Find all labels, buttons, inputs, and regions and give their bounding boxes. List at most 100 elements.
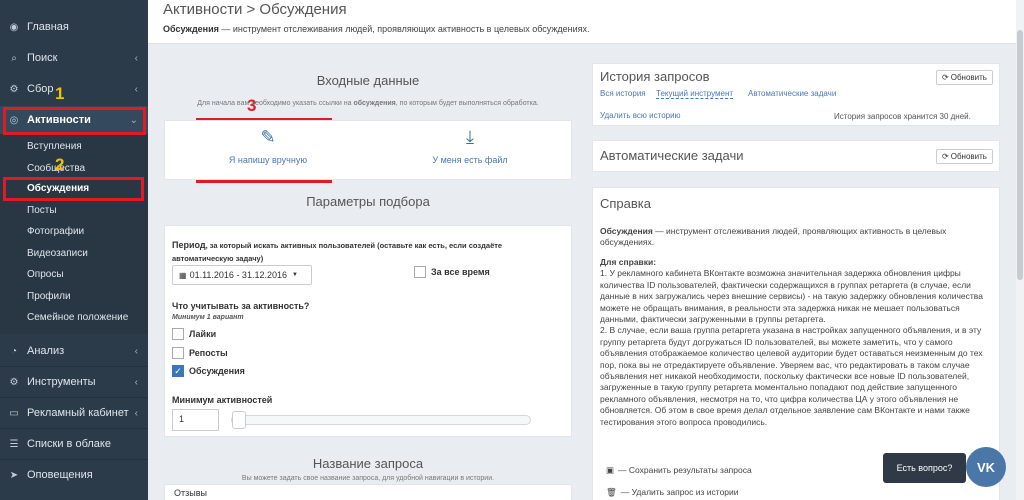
trash-icon: 🗑 [606,487,617,497]
sidebar-item-tools[interactable]: ⚙ Инструменты ‹ [0,368,148,396]
monitor-icon: ▭ [9,407,19,419]
refresh-label: Обновить [950,152,987,161]
help-delete-row: 🗑 — Удалить запрос из истории [606,487,739,498]
date-range-value: 01.11.2016 - 31.12.2016 [189,270,287,280]
list-icon: ☰ [9,438,19,450]
min-activity-slider[interactable] [231,415,531,425]
history-panel: История запросов ⟳ Обновить Вся история Т… [592,63,1000,126]
params-section-title: Параметры подбора [306,194,430,209]
help-notes: Для справки: 1. У рекламного кабинета ВК… [600,257,992,428]
auto-tasks-title: Автоматические задачи [600,148,744,163]
floppy-icon: ▣ [606,465,615,475]
help-save-row: ▣ — Сохранить результаты запроса [606,465,752,476]
scrollbar-thumb[interactable] [1017,30,1023,280]
sidebar-item-home[interactable]: ◉ Главная [0,13,148,41]
all-time-checkbox[interactable] [414,266,426,278]
reposts-label: Репосты [189,348,228,358]
vk-question-tooltip[interactable]: Есть вопрос? [883,453,966,483]
tab-all-history[interactable]: Вся история [600,89,646,98]
slider-handle[interactable] [232,411,246,429]
input-options-panel: ✎ Я напишу вручную ⤓ У меня есть файл [164,120,572,180]
sidebar-subitem-posts[interactable]: Посты [0,200,148,220]
tab-current-tool[interactable]: Текущий инструмент [656,89,734,99]
sidebar-item-cloud-lists[interactable]: ☰ Списки в облаке [0,430,148,458]
gear-icon: ⚙ [9,83,19,95]
sidebar-item-ad-cabinet[interactable]: ▭ Рекламный кабинет ‹ [0,399,148,427]
sidebar-subitem-polls[interactable]: Опросы [0,264,148,284]
page-scrollbar[interactable] [1016,0,1024,500]
file-input-option[interactable]: ⤓ У меня есть файл [405,127,535,165]
sidebar-subitem-joins[interactable]: Вступления [0,136,148,156]
tab-auto-tasks[interactable]: Автоматические задачи [748,89,836,98]
sidebar-item-collect[interactable]: ⚙ Сбор ‹ [0,75,148,103]
sidebar-subitem-family[interactable]: Семейное положение [0,307,148,327]
sidebar-subitem-profiles[interactable]: Профили [0,286,148,306]
file-input-label: У меня есть файл [432,155,508,165]
help-delete-text: — Удалить запрос из истории [620,487,739,497]
divider [0,428,148,429]
refresh-icon: ⟳ [942,152,949,161]
min-activity-label: Минимум активностей [172,395,273,405]
chevron-left-icon: ‹ [134,407,138,419]
period-label: Период, за который искать активных польз… [172,239,552,265]
sidebar: ◉ Главная ⌕ Поиск ‹ ⚙ Сбор ‹ ◎ Активност… [0,0,148,500]
period-label-bold: Период [172,240,206,250]
chevron-left-icon: ‹ [134,52,138,64]
likes-label: Лайки [189,329,217,339]
hint-text-post: , по которым будет выполняться обработка… [395,100,539,107]
input-section-title: Входные данные [316,73,420,88]
sidebar-subitem-communities[interactable]: Сообщества [0,158,148,178]
sidebar-subitem-videos[interactable]: Видеозаписи [0,243,148,263]
chevron-left-icon: ‹ [134,83,138,95]
sidebar-item-label: Поиск [27,52,58,64]
auto-tasks-panel: Автоматические задачи ⟳ Обновить [592,140,1000,172]
help-intro-text: — инструмент отслеживания людей, проявля… [600,226,947,248]
manual-input-label: Я напишу вручную [228,155,308,165]
divider [0,366,148,367]
help-save-text: — Сохранить результаты запроса [618,465,752,475]
refresh-label: Обновить [950,73,987,82]
discussions-checkbox[interactable]: ✓ [172,365,184,377]
auto-tasks-refresh-button[interactable]: ⟳ Обновить [936,149,993,164]
sidebar-item-label: Главная [27,21,69,33]
input-section-hint: Для начала вам необходимо указать ссылки… [164,100,572,107]
hint-text-bold: обсуждения [353,100,396,107]
history-refresh-button[interactable]: ⟳ Обновить [936,70,993,85]
pie-chart-icon: ◔ [10,345,18,357]
min-activity-input[interactable]: 1 [172,409,219,431]
sidebar-item-analysis[interactable]: ◔ Анализ ‹ [0,337,148,365]
sidebar-item-search[interactable]: ⌕ Поиск ‹ [0,44,148,72]
sidebar-item-label: Оповещения [27,469,93,481]
divider [0,397,148,398]
page-title: Активности > Обсуждения [163,1,347,18]
divider [0,459,148,460]
cogs-icon: ⚙ [9,376,19,388]
help-note-title: Для справки: [600,257,657,267]
sidebar-item-notifications[interactable]: ➤ Оповещения [0,461,148,489]
vk-chat-button[interactable]: VK [966,447,1006,487]
download-icon: ⤓ [466,127,474,147]
pencil-icon: ✎ [260,127,276,147]
help-intro-bold: Обсуждения [600,226,653,236]
help-note-1: 1. У рекламного кабинета ВКонтакте возмо… [600,268,983,325]
reposts-checkbox[interactable] [172,347,184,359]
calendar-icon: ▦ [179,270,187,280]
vk-logo-icon: VK [976,459,996,475]
check-icon: ✓ [174,365,182,376]
sidebar-item-label: Инструменты [27,376,96,388]
history-title: История запросов [600,69,710,84]
help-note-2: 2. В случае, если ваша группа ретаргета … [600,325,983,427]
sidebar-item-label: Анализ [27,345,65,357]
sidebar-subitem-photos[interactable]: Фотографии [0,221,148,241]
query-name-input[interactable]: Отзывы [174,488,207,498]
sidebar-item-label: Сбор [27,83,54,95]
annotation-box-discussions [3,177,144,201]
manual-input-option[interactable]: ✎ Я напишу вручную [203,127,333,165]
delete-all-history-link[interactable]: Удалить всю историю [600,111,681,120]
date-range-picker[interactable]: ▦ 01.11.2016 - 31.12.2016 ▼ [172,265,312,285]
activity-types-label: Что учитывать за активность? [172,301,310,311]
help-intro: Обсуждения — инструмент отслеживания люд… [600,226,992,249]
query-name-hint: Вы можете задать свое название запроса, … [241,475,495,482]
likes-checkbox[interactable] [172,328,184,340]
history-retention-text: История запросов хранится 30 дней. [834,112,971,121]
